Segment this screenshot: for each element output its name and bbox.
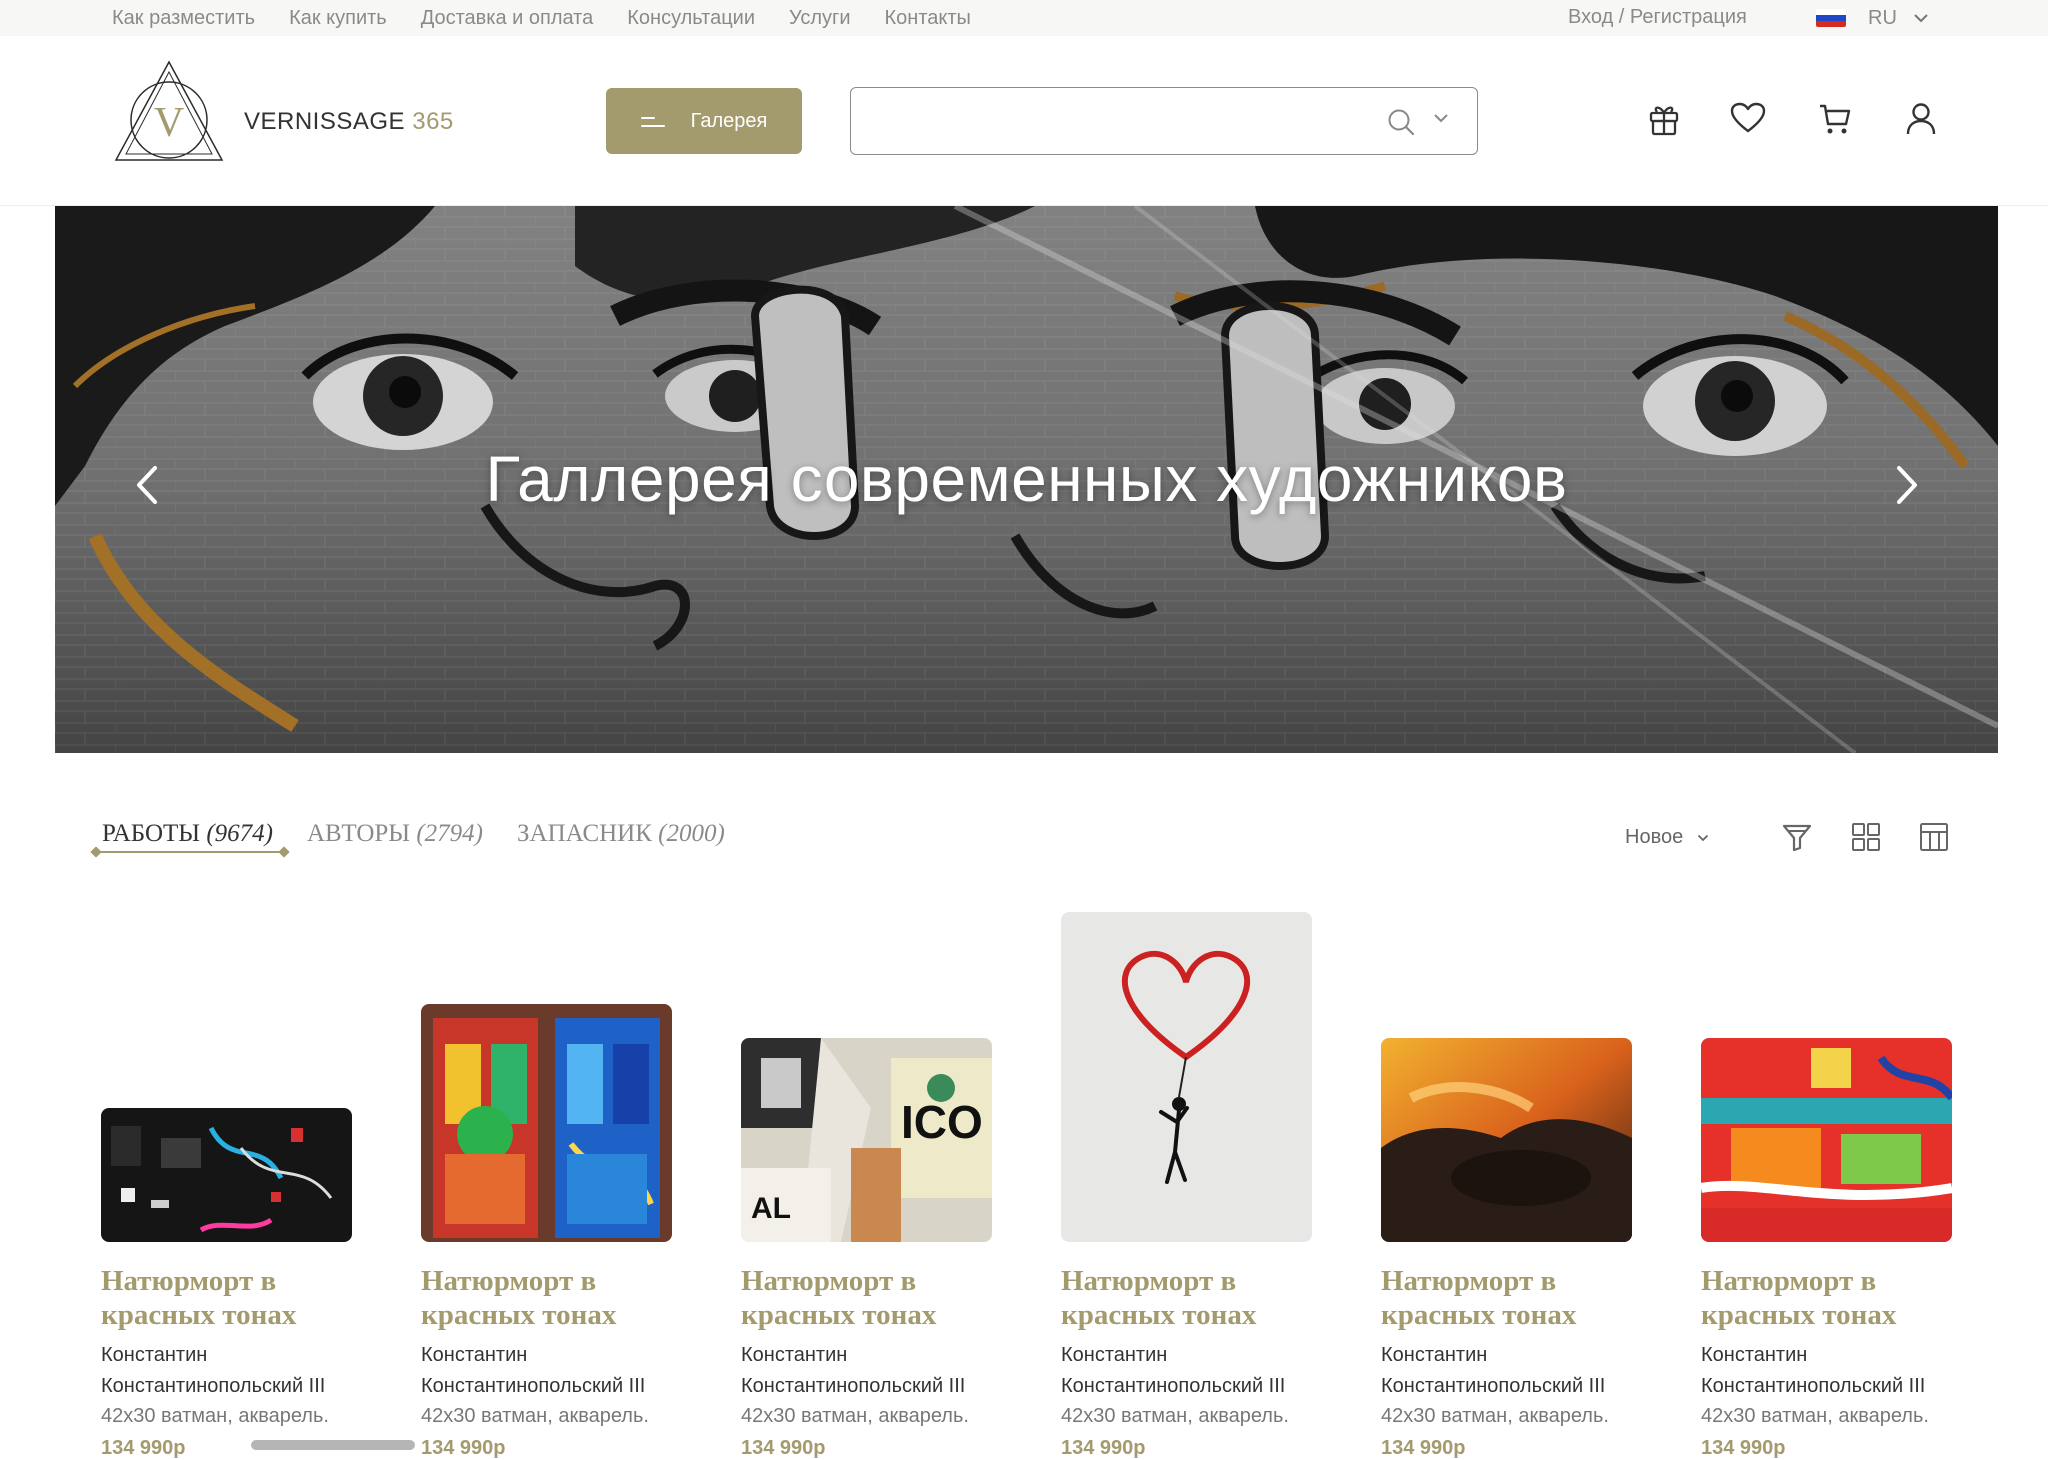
tab-storage-label: ЗАПАСНИК [517,820,652,847]
tab-storage-count: (2000) [658,820,725,847]
user-icon[interactable] [1905,102,1937,136]
product-card[interactable]: Натюрморт в красных тонах Константин Кон… [101,900,353,1460]
product-title[interactable]: Натюрморт в красных тонах [1701,1264,1961,1332]
hero-title: Галлерея современных художников [485,443,1568,515]
artwork-thumbnail[interactable] [101,1108,352,1242]
nav-link-how-to-post[interactable]: Как разместить [112,7,255,30]
product-price: 134 990р [1701,1437,1786,1459]
product-size: 42х30 ватман, акварель. [1061,1405,1289,1427]
tab-works[interactable]: РАБОТЫ (9674) [102,820,273,848]
product-size: 42х30 ватман, акварель. [741,1405,969,1427]
svg-text:ICO: ICO [901,1096,983,1148]
product-card[interactable]: Натюрморт в красных тонах Константин Кон… [1381,900,1633,1460]
site-header: V VERNISSAGE 365 Галерея [0,36,2048,206]
svg-text:AL: AL [751,1192,791,1225]
product-price: 134 990р [1381,1437,1466,1459]
gallery-button-label: Галерея [690,109,768,132]
menu-icon [640,114,667,128]
product-price: 134 990р [101,1437,186,1459]
horizontal-scrollbar[interactable] [251,1440,415,1450]
chevron-down-icon [1698,834,1709,841]
product-title[interactable]: Натюрморт в красных тонах [421,1264,681,1332]
product-price: 134 990р [421,1437,506,1459]
product-card[interactable]: Натюрморт в красных тонах Константин Кон… [1701,900,1953,1460]
brand-name[interactable]: VERNISSAGE 365 [244,108,454,136]
tab-storage[interactable]: ЗАПАСНИК (2000) [517,820,725,848]
product-grid: Натюрморт в красных тонах Константин Кон… [101,900,1961,1460]
language-label: RU [1868,6,1897,29]
search-input[interactable] [867,102,1367,140]
tab-authors-label: АВТОРЫ [306,820,411,847]
carousel-prev-arrow-icon[interactable] [127,460,167,510]
artwork-thumbnail[interactable] [1381,1038,1632,1242]
svg-text:V: V [154,100,184,146]
gift-icon[interactable] [1648,102,1680,136]
product-author[interactable]: Константин Константинопольский III [421,1340,681,1402]
login-register-link[interactable]: Вход / Регистрация [1568,6,1747,29]
sort-dropdown[interactable]: Новое [1625,826,1709,849]
tab-works-label: РАБОТЫ [102,820,201,847]
product-size: 42х30 ватман, акварель. [101,1405,329,1427]
product-size: 42х30 ватман, акварель. [421,1405,649,1427]
catalog-tabs: РАБОТЫ (9674) АВТОРЫ (2794) ЗАПАСНИК (20… [102,820,759,848]
heart-icon[interactable] [1730,102,1766,134]
product-author[interactable]: Константин Константинопольский III [1061,1340,1321,1402]
cart-icon[interactable] [1818,102,1852,136]
brand-name-text: VERNISSAGE [244,108,406,135]
tab-authors[interactable]: АВТОРЫ (2794) [307,820,483,848]
artwork-thumbnail[interactable]: ICO AL [741,1038,992,1242]
carousel-next-arrow-icon[interactable] [1887,460,1927,510]
product-price: 134 990р [1061,1437,1146,1459]
product-card[interactable]: Натюрморт в красных тонах Константин Кон… [1061,900,1313,1460]
gallery-menu-button[interactable]: Галерея [606,88,802,154]
product-title[interactable]: Натюрморт в красных тонах [101,1264,361,1332]
artwork-thumbnail[interactable] [1061,912,1312,1242]
list-view-icon[interactable] [1919,822,1949,852]
product-size: 42х30 ватман, акварель. [1701,1405,1929,1427]
search-box [850,87,1478,155]
tab-works-count: (9674) [206,820,273,847]
nav-link-services[interactable]: Услуги [789,7,851,30]
brand-logo-icon[interactable]: V [112,58,226,168]
artwork-thumbnail[interactable] [1701,1038,1952,1242]
nav-link-contacts[interactable]: Контакты [885,7,971,30]
product-price: 134 990р [741,1437,826,1459]
search-icon[interactable] [1387,108,1415,136]
chevron-down-icon [1914,14,1928,23]
product-title[interactable]: Натюрморт в красных тонах [1061,1264,1321,1332]
product-title[interactable]: Натюрморт в красных тонах [741,1264,1001,1332]
language-selector[interactable]: RU [1816,4,1929,32]
top-utility-bar: Как разместить Как купить Доставка и опл… [0,0,2048,36]
product-author[interactable]: Константин Константинопольский III [1381,1340,1641,1402]
active-tab-underline [96,851,284,853]
hero-banner: Галлерея современных художников [55,206,1998,753]
product-title[interactable]: Натюрморт в красных тонах [1381,1264,1641,1332]
product-author[interactable]: Константин Константинопольский III [1701,1340,1961,1402]
product-card[interactable]: ICO AL Натюрморт в красных тонах Констант… [741,900,993,1460]
nav-link-delivery-payment[interactable]: Доставка и оплата [421,7,594,30]
product-author[interactable]: Константин Константинопольский III [101,1340,361,1402]
chevron-down-icon[interactable] [1433,112,1449,124]
tab-authors-count: (2794) [416,820,483,847]
sort-label: Новое [1625,826,1684,848]
brand-number: 365 [412,108,454,135]
top-nav: Как разместить Как купить Доставка и опл… [112,0,1005,36]
product-size: 42х30 ватман, акварель. [1381,1405,1609,1427]
grid-view-icon[interactable] [1851,822,1881,852]
russia-flag-icon [1816,9,1846,27]
product-card[interactable]: Натюрморт в красных тонах Константин Кон… [421,900,673,1460]
nav-link-consultations[interactable]: Консультации [627,7,755,30]
product-author[interactable]: Константин Константинопольский III [741,1340,1001,1402]
filter-icon[interactable] [1782,822,1812,852]
artwork-thumbnail[interactable] [421,1004,672,1242]
nav-link-how-to-buy[interactable]: Как купить [289,7,387,30]
